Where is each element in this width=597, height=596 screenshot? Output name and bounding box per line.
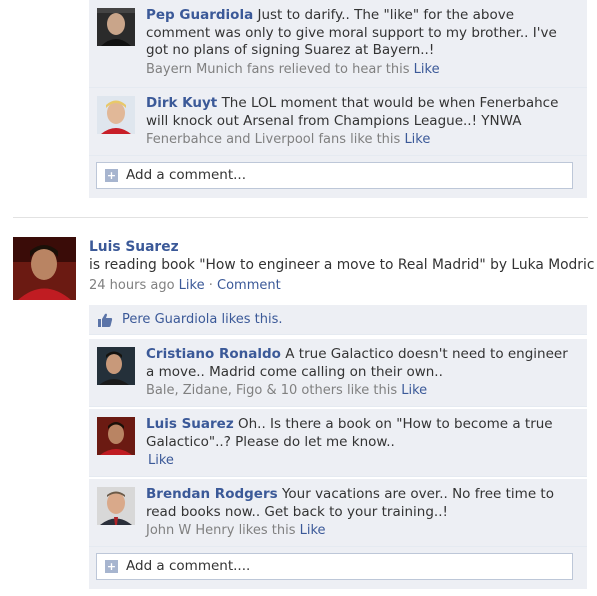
add-comment-box: + Add a comment... (89, 156, 587, 198)
comment-author[interactable]: Cristiano Ronaldo (146, 346, 281, 362)
post-status: is reading book "How to engineer a move … (89, 257, 595, 273)
comment-link[interactable]: Comment (217, 278, 281, 293)
add-comment-input[interactable]: + Add a comment... (96, 162, 573, 189)
thumbs-up-icon (97, 312, 113, 328)
post-author[interactable]: Luis Suarez (89, 238, 594, 256)
like-link[interactable]: Like (414, 62, 440, 77)
post: Luis Suarez is reading book "How to engi… (89, 238, 594, 295)
comment-likes-text: Bale, Zidane, Figo & 10 others like this (146, 383, 398, 398)
avatar[interactable] (97, 347, 135, 385)
comment-likes-text: Fenerbahce and Liverpool fans like this (146, 132, 401, 147)
like-link[interactable]: Like (148, 453, 174, 468)
add-comment-box: + Add a comment.... (89, 547, 587, 589)
like-link[interactable]: Like (404, 132, 430, 147)
comment-author[interactable]: Brendan Rodgers (146, 486, 278, 502)
comment-dirk-kuyt: Dirk Kuyt The LOL moment that would be w… (89, 88, 587, 156)
avatar[interactable] (97, 487, 135, 525)
avatar[interactable] (97, 8, 135, 46)
avatar[interactable] (13, 237, 76, 300)
add-comment-placeholder: Add a comment.... (126, 558, 251, 574)
like-link[interactable]: Like (401, 383, 427, 398)
comment-luis-suarez: Luis Suarez Oh.. Is there a book on "How… (89, 409, 587, 477)
post-likes-row: Pere Guardiola likes this. (89, 305, 587, 335)
separator: · (208, 278, 213, 293)
plus-icon: + (105, 169, 118, 182)
comment-author[interactable]: Luis Suarez (146, 416, 234, 432)
avatar[interactable] (97, 96, 135, 134)
comment-brendan-rodgers: Brendan Rodgers Your vacations are over.… (89, 479, 587, 547)
comment-author[interactable]: Dirk Kuyt (146, 95, 217, 111)
like-link[interactable]: Like (300, 523, 326, 538)
comment-author[interactable]: Pep Guardiola (146, 7, 253, 23)
comment-cristiano-ronaldo: Cristiano Ronaldo A true Galactico doesn… (89, 339, 587, 407)
comment-likes-text: Bayern Munich fans relieved to hear this (146, 61, 410, 77)
add-comment-placeholder: Add a comment... (126, 167, 247, 183)
plus-icon: + (105, 560, 118, 573)
like-link[interactable]: Like (179, 278, 205, 293)
post-timestamp[interactable]: 24 hours ago (89, 278, 175, 293)
comment-pep-guardiola: Pep Guardiola Just to darify.. The "like… (89, 0, 587, 88)
post-divider (13, 217, 588, 218)
add-comment-input[interactable]: + Add a comment.... (96, 553, 573, 580)
likes-text[interactable]: Pere Guardiola likes this. (122, 312, 283, 327)
comment-likes-text: John W Henry likes this (146, 523, 296, 538)
avatar[interactable] (97, 417, 135, 455)
